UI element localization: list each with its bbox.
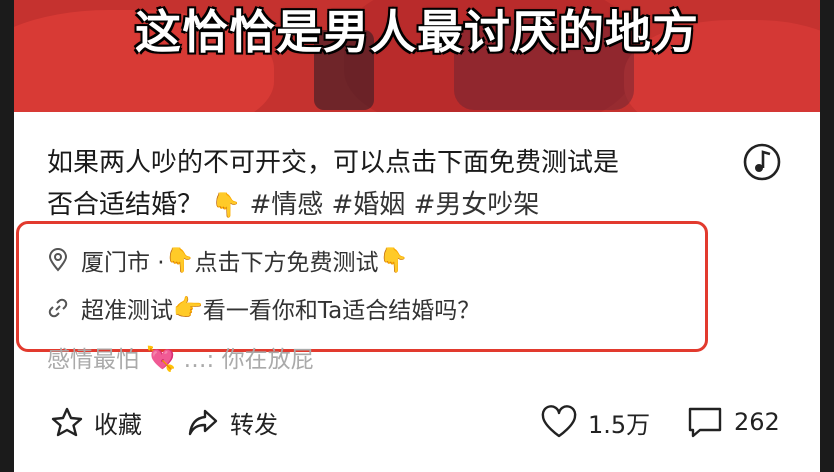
hashtag-couple-quarrel[interactable]: #男女吵架 (414, 190, 540, 220)
comment-text: 感情最怕 (47, 347, 139, 373)
highlight-box (16, 221, 708, 352)
comment-count: 262 (734, 408, 780, 436)
pointing-down-emoji: 👇 (211, 191, 242, 219)
hashtag-emotion[interactable]: #情感 (249, 190, 323, 220)
hashtag-marriage[interactable]: #婚姻 (332, 190, 406, 220)
favorite-button[interactable]: 收藏 (50, 400, 142, 444)
favorite-label: 收藏 (94, 410, 142, 439)
description-line2: 否合适结婚？ (47, 190, 204, 220)
share-label: 转发 (230, 410, 278, 439)
post-card: 这恰恰是男人最讨厌的地方 如果两人吵的不可开交，可以点击下面免费测试是 否合适结… (14, 0, 820, 472)
share-button[interactable]: 转发 (186, 400, 278, 444)
heart-icon (541, 405, 577, 438)
like-button[interactable]: 1.5万 (540, 400, 650, 444)
music-note-icon[interactable] (740, 140, 784, 184)
share-icon (188, 409, 218, 436)
video-preview[interactable]: 这恰恰是男人最讨厌的地方 (14, 0, 820, 112)
video-caption: 这恰恰是男人最讨厌的地方 (135, 5, 699, 59)
comment-preview[interactable]: 感情最怕 💘 …: 你在放屁 (47, 340, 314, 374)
comment-icon (688, 407, 722, 438)
description-line1: 如果两人吵的不可开交，可以点击下面免费测试是 (47, 148, 620, 178)
comment-button[interactable]: 262 (686, 400, 780, 444)
heart-arrow-emoji: 💘 (146, 345, 177, 373)
comment-rest: …: 你在放屁 (183, 347, 314, 373)
like-count: 1.5万 (588, 410, 651, 439)
star-icon (51, 407, 83, 437)
post-description: 如果两人吵的不可开交，可以点击下面免费测试是 否合适结婚？ 👇 #情感 #婚姻 … (47, 142, 727, 226)
